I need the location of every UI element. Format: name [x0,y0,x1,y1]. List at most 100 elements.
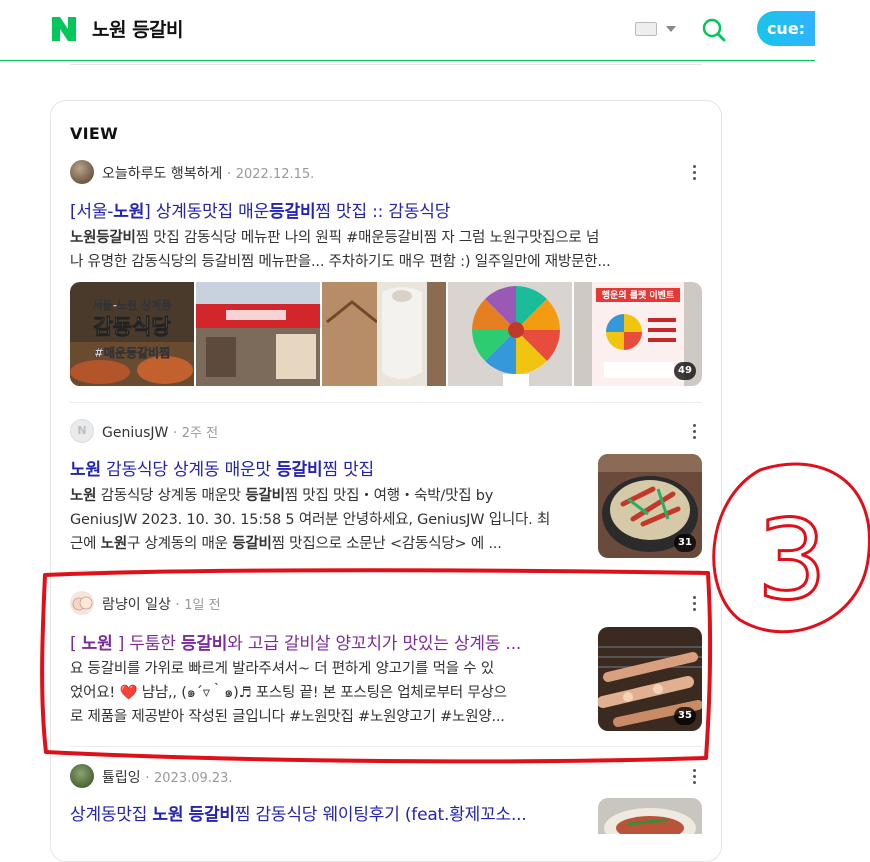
image-count-badge: 49 [674,362,696,380]
thumbnail-caption: 서울-노원 상계동 [92,298,171,312]
image-count-badge: 31 [674,534,696,552]
title-text: 감동식당 상계동 매운맛 [100,460,277,480]
title-highlight: 노원 [81,634,113,654]
desc-highlight: 노원등갈비 [70,230,136,246]
title-text: 찜 맛집 :: 감동식당 [315,202,451,222]
title-highlight: 등갈비 [276,460,323,480]
view-post: N GeniusJW · 2주 전 노원 감동식당 상계동 매운맛 등갈비찜 맛… [70,419,702,559]
avatar[interactable] [70,591,94,615]
desc-highlight: 노원 [70,488,97,504]
cat-icon [72,596,93,611]
title-text: [서울- [70,202,114,222]
keyboard-icon[interactable] [635,22,657,36]
author-name[interactable]: 오늘하루도 행복하게 [102,166,222,182]
thumbnail-caption: 행운의 룰렛 이벤트 [602,289,675,301]
dot-separator: · [168,425,182,441]
avatar[interactable] [70,764,94,788]
title-highlight: 노원 [113,202,145,222]
desc-text: 찜 맛집으로 소문난 <감동식당> 에 ... [271,536,502,552]
post-title[interactable]: 노원 감동식당 상계동 매운맛 등갈비찜 맛집 [70,455,582,480]
thumbnail-image[interactable]: 35 [598,627,702,731]
dot-separator: · [170,597,185,613]
desc-text: 나 유명한 감동식당의 등갈비찜 메뉴판을... 주차하기도 매우 편함 :) … [70,254,611,270]
post-date: 2022.12.15. [235,167,315,182]
post-date: 1일 전 [184,598,221,613]
search-query-text[interactable]: 노원 등갈비 [92,15,184,42]
search-header: 노원 등갈비 cue: [0,0,815,61]
desc-text: 감동식당 상계동 매운맛 [96,488,246,504]
more-options-icon[interactable] [686,593,702,613]
annotation-circle [712,462,870,634]
title-text: ] 두툼한 [112,634,181,654]
post-description[interactable]: 요 등갈비를 가위로 빠르게 발라주셔서~ 더 편하게 양고기를 먹을 수 있 … [70,657,578,729]
image-strip: 서울-노원 상계동 감동식당 #매운등갈비찜 행운의 룰렛 이벤트 49 [70,282,702,386]
view-post: 람냥이 일상 · 1일 전 [ 노원 ] 두툼한 등갈비와 고급 갈비살 양꼬치… [70,591,702,731]
author-name[interactable]: 튤립잉 [102,770,141,786]
naver-logo-icon[interactable] [52,17,76,41]
author-name[interactable]: 람냥이 일상 [102,597,171,613]
more-options-icon[interactable] [686,766,702,786]
divider [70,746,702,747]
search-icon[interactable] [701,17,727,43]
view-post: 튤립잉 · 2023.09.23. 상계동맛집 노원 등갈비찜 감동식당 웨이팅… [70,764,702,834]
section-title: VIEW [70,124,119,143]
author-info[interactable]: GeniusJW · 2주 전 [102,422,218,441]
desc-text: 찜 맛집 감동식당 메뉴판 나의 원픽 #매운등갈비찜 자 그럼 노원구맛집으로… [135,230,600,246]
author-row: 람냥이 일상 · 1일 전 [70,591,702,615]
divider [70,570,702,571]
title-text: [ [70,634,82,654]
post-description[interactable]: 노원 감동식당 상계동 매운맛 등갈비찜 맛집 맛집・여행・숙박/맛집 by G… [70,484,578,556]
post-title[interactable]: 상계동맛집 노원 등갈비찜 감동식당 웨이팅후기 (feat.황제꼬소... [70,800,582,825]
thumbnail-image[interactable]: 31 [598,454,702,558]
author-row: N GeniusJW · 2주 전 [70,419,702,443]
default-avatar-icon: N [77,424,87,437]
author-info[interactable]: 오늘하루도 행복하게 · 2022.12.15. [102,163,314,183]
title-text: 찜 감동식당 웨이팅후기 (feat.황제꼬소... [234,805,527,825]
title-highlight: 등갈비 [180,634,228,654]
author-row: 튤립잉 · 2023.09.23. [70,764,702,788]
thumbnail-image[interactable] [322,282,446,386]
thumbnail-image[interactable] [196,282,320,386]
author-name[interactable]: GeniusJW [102,425,168,441]
post-title[interactable]: [서울-노원] 상계동맛집 매운등갈비찜 맛집 :: 감동식당 [70,197,702,222]
avatar[interactable] [70,160,94,184]
title-highlight: 등갈비 [188,805,236,825]
title-text: 찜 맛집 [322,460,374,480]
thumbnail-image[interactable]: 서울-노원 상계동 감동식당 #매운등갈비찜 [70,282,194,386]
desc-text: 로 제품을 제공받아 작성된 글입니다 #노원맛집 #노원양고기 #노원양... [70,709,505,725]
post-date: 2023.09.23. [154,771,233,786]
author-info[interactable]: 람냥이 일상 · 1일 전 [102,594,221,614]
title-highlight: 노원 [70,460,101,480]
post-date: 2주 전 [181,426,219,441]
annotation-number: 3 [757,496,827,624]
cue-button[interactable]: cue: [757,11,815,46]
post-description[interactable]: 노원등갈비찜 맛집 감동식당 메뉴판 나의 원픽 #매운등갈비찜 자 그럼 노원… [70,226,702,274]
thumbnail-image[interactable] [598,798,702,834]
desc-highlight: 등갈비 [245,488,285,504]
thumbnail-image[interactable]: 행운의 룰렛 이벤트 49 [574,282,702,386]
desc-text: GeniusJW 2023. 10. 30. 15:58 5 여러분 안녕하세요… [70,512,551,528]
more-options-icon[interactable] [686,421,702,441]
post-title[interactable]: [ 노원 ] 두툼한 등갈비와 고급 갈비살 양꼬치가 맛있는 상계동 ... [70,629,582,654]
thumbnail-caption: 감동식당 [93,315,170,339]
author-row: 오늘하루도 행복하게 · 2022.12.15. [70,160,702,184]
desc-text: 찜 맛집 맛집・여행・숙박/맛집 by [284,488,494,504]
author-info[interactable]: 튤립잉 · 2023.09.23. [102,767,233,787]
dot-separator: · [140,770,154,786]
dot-separator: · [222,166,236,182]
title-text: 와 고급 갈비살 양꼬치가 맛있는 상계동 ... [227,634,522,654]
divider [70,402,702,403]
desc-highlight: 노원 [100,536,127,552]
desc-text: 근에 [70,536,101,552]
divider [70,64,702,65]
chevron-down-icon[interactable] [666,26,676,32]
desc-text: 요 등갈비를 가위로 빠르게 발라주셔서~ 더 편하게 양고기를 먹을 수 있 [70,661,494,677]
avatar[interactable]: N [70,419,94,443]
thumbnail-caption: #매운등갈비찜 [94,345,170,360]
thumbnail-image[interactable] [448,282,572,386]
title-text: 상계동맛집 [70,805,153,825]
title-highlight: 노원 [152,805,184,825]
more-options-icon[interactable] [686,162,702,182]
desc-highlight: 등갈비 [232,536,272,552]
title-text: ] 상계동맛집 매운 [144,202,270,222]
